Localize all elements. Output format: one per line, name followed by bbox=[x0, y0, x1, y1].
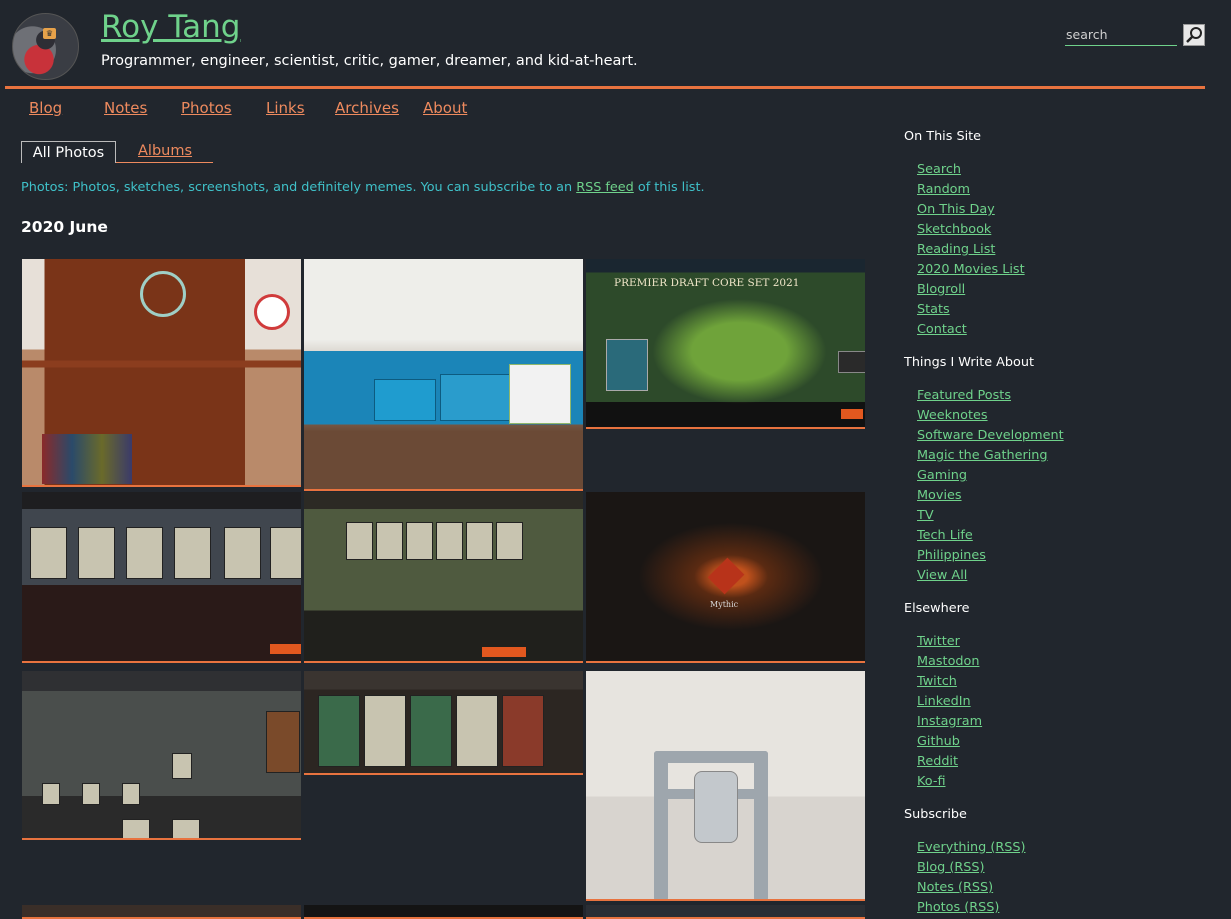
magnifier-icon bbox=[1186, 27, 1202, 43]
sidebar-link-random[interactable]: Random bbox=[917, 182, 970, 197]
sidebar-link-ko-fi[interactable]: Ko-fi bbox=[917, 774, 946, 789]
sidebar-link-tech-life[interactable]: Tech Life bbox=[917, 528, 973, 543]
nav-notes[interactable]: Notes bbox=[104, 99, 147, 117]
sidebar-link-reading-list[interactable]: Reading List bbox=[917, 242, 995, 257]
sidebar-link-instagram[interactable]: Instagram bbox=[917, 714, 982, 729]
photo-thumbnail[interactable] bbox=[22, 259, 301, 487]
sidebar-link-view-all[interactable]: View All bbox=[917, 568, 967, 583]
header-divider bbox=[5, 86, 1205, 89]
photo-thumbnail[interactable] bbox=[304, 905, 583, 919]
tab-albums[interactable]: Albums bbox=[138, 143, 192, 159]
search-form bbox=[1065, 24, 1205, 46]
clock-shape bbox=[254, 294, 290, 330]
sidebar-link-weeknotes[interactable]: Weeknotes bbox=[917, 408, 988, 423]
photo-thumbnail[interactable]: PREMIER DRAFT CORE SET 2021 bbox=[586, 259, 865, 429]
photo-thumbnail[interactable] bbox=[304, 671, 583, 775]
confirm-button-shape bbox=[482, 647, 526, 657]
claim-button-shape bbox=[841, 409, 863, 419]
sidebar-link-featured-posts[interactable]: Featured Posts bbox=[917, 388, 1011, 403]
sidebar-link-gaming[interactable]: Gaming bbox=[917, 468, 967, 483]
photo-thumbnail[interactable] bbox=[304, 259, 583, 491]
pack-shape bbox=[606, 339, 648, 391]
rss-feed-link[interactable]: RSS feed bbox=[576, 180, 634, 195]
photo-thumbnail[interactable] bbox=[304, 492, 583, 663]
box-shape bbox=[509, 364, 571, 424]
photo-thumbnail[interactable] bbox=[586, 671, 865, 901]
description-suffix: of this list. bbox=[633, 180, 705, 195]
sidebar-link-tv[interactable]: TV bbox=[917, 508, 934, 523]
sidebar-link-twitch[interactable]: Twitch bbox=[917, 674, 957, 689]
sidebar-link-blogroll[interactable]: Blogroll bbox=[917, 282, 965, 297]
sidebar-heading-things-i-write-about: Things I Write About bbox=[904, 355, 1034, 370]
sidebar-link-movies-list[interactable]: 2020 Movies List bbox=[917, 262, 1025, 277]
photo-thumbnail[interactable] bbox=[586, 905, 865, 919]
photo-thumbnail[interactable] bbox=[22, 492, 301, 663]
search-button[interactable] bbox=[1183, 24, 1205, 46]
pipe-shape bbox=[754, 751, 768, 899]
photo-thumbnail[interactable] bbox=[22, 905, 301, 919]
sidebar-link-philippines[interactable]: Philippines bbox=[917, 548, 986, 563]
site-title-link[interactable]: Roy Tang bbox=[101, 9, 240, 45]
photo-caption: PREMIER DRAFT CORE SET 2021 bbox=[614, 277, 800, 289]
sidebar-link-search[interactable]: Search bbox=[917, 162, 961, 177]
sidebar-link-software-development[interactable]: Software Development bbox=[917, 428, 1064, 443]
sidebar-link-sketchbook[interactable]: Sketchbook bbox=[917, 222, 991, 237]
sidebar-link-movies[interactable]: Movies bbox=[917, 488, 962, 503]
sidebar-link-blog-rss[interactable]: Blog (RSS) bbox=[917, 860, 984, 875]
nav-links[interactable]: Links bbox=[266, 99, 305, 117]
photo-thumbnail[interactable]: Mythic bbox=[586, 492, 865, 663]
sidebar-link-notes-rss[interactable]: Notes (RSS) bbox=[917, 880, 993, 895]
page-description: Photos: Photos, sketches, screenshots, a… bbox=[21, 180, 705, 195]
sidebar-heading-subscribe: Subscribe bbox=[904, 807, 967, 822]
fan-shape bbox=[140, 271, 186, 317]
sidebar-heading-on-this-site: On This Site bbox=[904, 129, 982, 144]
done-button-shape bbox=[270, 644, 301, 654]
sidebar-link-magic-the-gathering[interactable]: Magic the Gathering bbox=[917, 448, 1048, 463]
photo-caption: Mythic bbox=[710, 600, 739, 609]
sidebar-link-mastodon[interactable]: Mastodon bbox=[917, 654, 979, 669]
tab-underline bbox=[116, 162, 213, 163]
nav-photos[interactable]: Photos bbox=[181, 99, 232, 117]
avatar[interactable]: ♛ bbox=[12, 13, 79, 80]
deck-shape bbox=[838, 351, 865, 373]
tab-all-photos[interactable]: All Photos bbox=[21, 141, 116, 163]
description-text: Photos: Photos, sketches, screenshots, a… bbox=[21, 180, 577, 195]
sidebar-link-twitter[interactable]: Twitter bbox=[917, 634, 960, 649]
sidebar-link-on-this-day[interactable]: On This Day bbox=[917, 202, 995, 217]
sidebar-link-linkedin[interactable]: LinkedIn bbox=[917, 694, 971, 709]
tagline: Programmer, engineer, scientist, critic,… bbox=[101, 53, 638, 69]
box-shape bbox=[374, 379, 436, 421]
sidebar-link-everything-rss[interactable]: Everything (RSS) bbox=[917, 840, 1025, 855]
mythic-emblem-icon bbox=[707, 557, 745, 595]
nav-blog[interactable]: Blog bbox=[29, 99, 62, 117]
sidebar-link-contact[interactable]: Contact bbox=[917, 322, 967, 337]
pipe-shape bbox=[654, 751, 668, 899]
search-input[interactable] bbox=[1065, 24, 1177, 46]
month-heading: 2020 June bbox=[21, 218, 108, 236]
sidebar-link-stats[interactable]: Stats bbox=[917, 302, 950, 317]
crown-icon: ♛ bbox=[43, 28, 56, 39]
site-title: Roy Tang bbox=[101, 9, 240, 45]
photo-thumbnail[interactable] bbox=[22, 671, 301, 840]
sidebar-link-reddit[interactable]: Reddit bbox=[917, 754, 958, 769]
sidebar-heading-elsewhere: Elsewhere bbox=[904, 601, 970, 616]
nav-archives[interactable]: Archives bbox=[335, 99, 399, 117]
sidebar-link-photos-rss[interactable]: Photos (RSS) bbox=[917, 900, 999, 915]
nav-about[interactable]: About bbox=[423, 99, 467, 117]
sanitizer-bottle-shape bbox=[694, 771, 738, 843]
sidebar-link-github[interactable]: Github bbox=[917, 734, 960, 749]
pipe-shape bbox=[654, 751, 768, 763]
books-shape bbox=[42, 434, 132, 484]
box-shape bbox=[440, 374, 512, 421]
